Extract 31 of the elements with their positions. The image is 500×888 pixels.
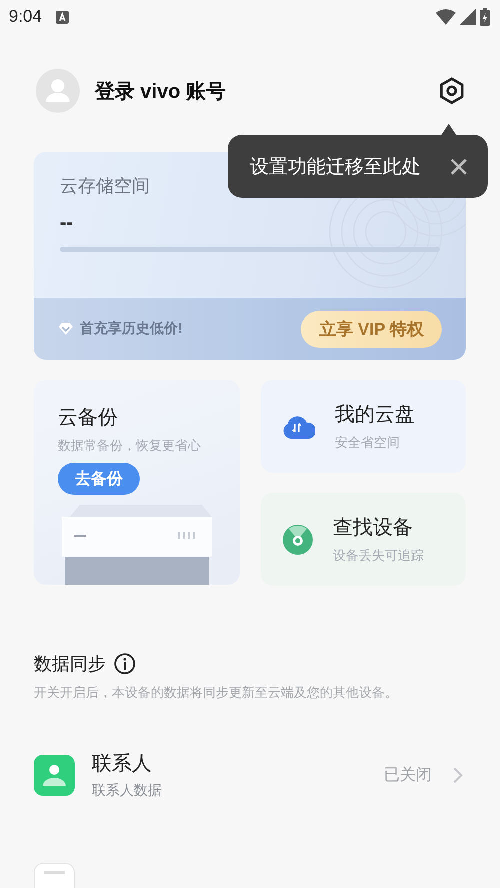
tile-subtitle: 安全省空间	[335, 434, 401, 452]
close-icon[interactable]	[450, 158, 468, 176]
battery-icon	[480, 8, 490, 26]
promo-text: 首充享历史低价!	[80, 320, 184, 338]
clock-time: 9:04	[9, 7, 42, 27]
contacts-icon	[34, 754, 75, 796]
locate-icon	[283, 524, 313, 554]
wifi-icon	[436, 9, 456, 25]
tile-subtitle: 设备丢失可追踪	[333, 547, 424, 565]
diamond-icon	[58, 322, 74, 336]
backup-title: 云备份	[58, 406, 119, 431]
sync-status: 已关闭	[384, 766, 432, 786]
sync-item-subtitle: 联系人数据	[92, 782, 163, 800]
tooltip-text: 设置功能迁移至此处	[250, 156, 422, 180]
feature-tile[interactable]: 查找设备 设备丢失可追踪	[261, 493, 466, 586]
storage-usage: --	[60, 212, 74, 235]
section-title: 数据同步	[34, 653, 106, 676]
backup-subtitle: 数据常备份，恢复更省心	[58, 437, 202, 455]
login-link[interactable]: 登录 vivo 账号	[95, 78, 423, 104]
tile-title: 查找设备	[333, 516, 414, 541]
cloud-icon	[283, 414, 315, 438]
signal-icon	[460, 9, 476, 25]
info-icon[interactable]	[114, 653, 136, 675]
backup-card[interactable]: 云备份 数据常备份，恢复更省心 去备份	[34, 380, 240, 585]
tile-title: 我的云盘	[335, 403, 415, 428]
sync-item-title: 联系人	[92, 752, 153, 777]
settings-icon[interactable]	[438, 77, 466, 105]
keyboard-icon	[56, 10, 70, 24]
storage-title: 云存储空间	[60, 175, 151, 198]
feature-tile[interactable]: 我的云盘 安全省空间	[261, 380, 466, 473]
section-description: 开关开启后，本设备的数据将同步更新至云端及您的其他设备。	[34, 684, 399, 702]
